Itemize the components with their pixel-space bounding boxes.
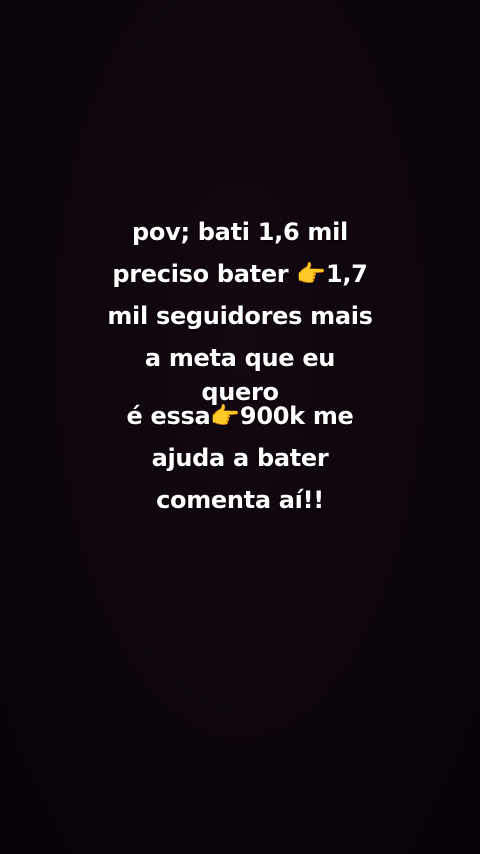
caption-text-top: pov; bati 1,6 mil preciso bater 👉1,7 mil… (0, 211, 480, 405)
caption-line: preciso bater 👉1,7 (112, 260, 368, 288)
caption-line: ajuda a bater (151, 444, 329, 472)
caption-line: comenta aí!! (156, 486, 324, 514)
caption-text-bottom: é essa👉900k me ajuda a bater comenta aí!… (0, 395, 480, 521)
caption-line: mil seguidores mais (107, 302, 373, 330)
caption-line: é essa👉900k me (126, 402, 354, 430)
caption-line: pov; bati 1,6 mil (132, 218, 348, 246)
video-frame: pov; bati 1,6 mil preciso bater 👉1,7 mil… (0, 0, 480, 854)
caption-line: a meta que eu (144, 344, 336, 372)
